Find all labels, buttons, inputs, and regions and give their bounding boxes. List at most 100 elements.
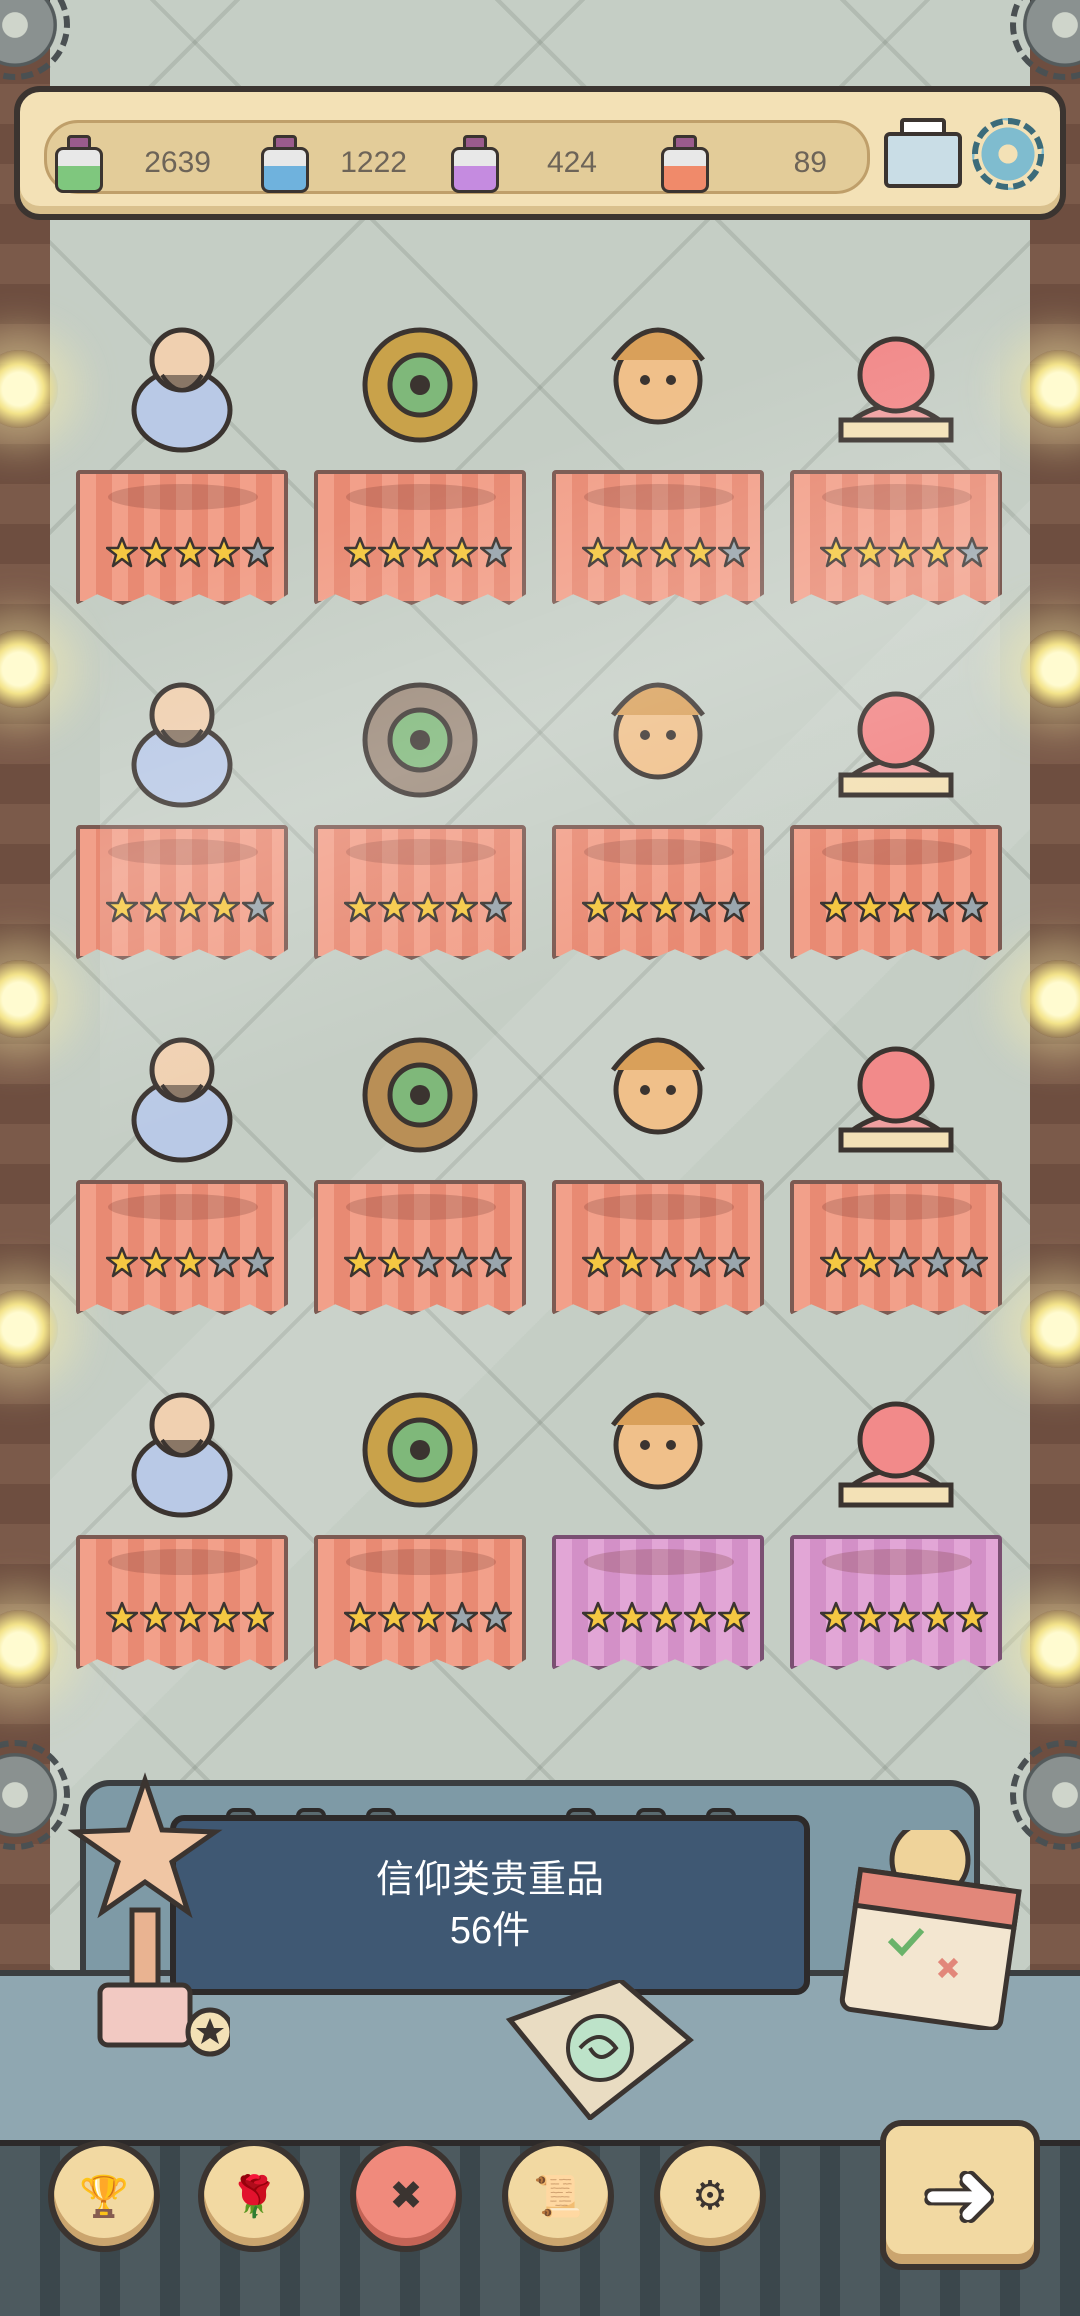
star-filled-icon [820, 536, 852, 568]
star-empty-icon [888, 1246, 920, 1278]
star-rating [106, 536, 276, 568]
display-cloth [76, 1535, 288, 1670]
three-faced-head-icon [583, 305, 733, 455]
star-empty-icon [242, 1246, 274, 1278]
star-filled-icon [820, 891, 852, 923]
star-filled-icon [242, 1601, 274, 1633]
pointing-finger-statue-icon [107, 660, 257, 810]
resource-blue: 1222 [257, 133, 407, 193]
display-cloth [552, 1535, 764, 1670]
star-empty-icon [718, 891, 750, 923]
star-empty-icon [956, 1246, 988, 1278]
star-rating [106, 1601, 276, 1633]
star-filled-icon [106, 891, 138, 923]
star-filled-icon [684, 1601, 716, 1633]
star-filled-icon [412, 536, 444, 568]
swirl-map-icon [505, 1980, 694, 2120]
star-filled-icon [922, 1601, 954, 1633]
rose-icon: 🌹 [229, 2174, 279, 2219]
bearded-sage-bust-icon [107, 305, 257, 455]
star-rating [582, 1246, 752, 1278]
star-filled-icon [344, 536, 376, 568]
star-rating [820, 1601, 990, 1633]
star-rating [344, 1246, 514, 1278]
star-filled-icon [616, 536, 648, 568]
star-filled-icon [718, 1601, 750, 1633]
nav-button-rose[interactable]: 🌹 [198, 2140, 310, 2252]
display-cloth [552, 1180, 764, 1315]
star-empty-icon [446, 1246, 478, 1278]
next-button[interactable]: ➜ [880, 2120, 1040, 2270]
category-title: 信仰类贵重品 [375, 1859, 604, 1901]
star-filled-icon [208, 1601, 240, 1633]
star-empty-icon [922, 1246, 954, 1278]
mail-button[interactable] [882, 114, 962, 190]
star-filled-icon [582, 1246, 614, 1278]
star-filled-icon [820, 1601, 852, 1633]
star-filled-icon [616, 1246, 648, 1278]
star-filled-icon [378, 1246, 410, 1278]
lotus-pastry-icon [821, 305, 971, 455]
display-cloth [76, 825, 288, 960]
cog-icon: ⚙ [692, 2174, 728, 2218]
display-cloth [790, 470, 1002, 605]
star-empty-icon [242, 891, 274, 923]
resource-purple: 424 [447, 133, 597, 193]
green-potion-icon [51, 135, 103, 193]
star-filled-icon [174, 536, 206, 568]
star-filled-icon [412, 891, 444, 923]
scroll-map-icon: 📜 [533, 2174, 583, 2219]
category-count: 56件 [449, 1910, 531, 1952]
nav-button-scroll-map[interactable]: 📜 [502, 2140, 614, 2252]
calendar-icon[interactable] [830, 1830, 1030, 2030]
resource-blue-value: 1222 [340, 146, 407, 179]
ancient-scroll-icon [821, 1015, 971, 1165]
golden-ark-icon [345, 1015, 495, 1165]
carved-stone-tablet-icon [821, 660, 971, 810]
star-filled-icon [582, 891, 614, 923]
display-cloth [76, 470, 288, 605]
star-empty-icon [446, 1601, 478, 1633]
display-cloth [552, 470, 764, 605]
star-filled-icon [446, 891, 478, 923]
display-cloth [552, 825, 764, 960]
category-display: 信仰类贵重品 56件 [170, 1815, 810, 1995]
star-rating [582, 891, 752, 923]
star-filled-icon [208, 536, 240, 568]
settings-button[interactable] [972, 118, 1044, 190]
star-filled-icon [174, 1601, 206, 1633]
star-filled-icon [854, 1601, 886, 1633]
star-filled-icon [820, 1246, 852, 1278]
star-filled-icon [106, 1601, 138, 1633]
star-filled-icon [174, 891, 206, 923]
nav-button-trophy-cup[interactable]: 🏆 [48, 2140, 160, 2252]
star-empty-icon [480, 536, 512, 568]
resource-track: 2639 1222 424 89 [44, 120, 870, 194]
star-rating [106, 891, 276, 923]
bread-basket-icon [345, 660, 495, 810]
resource-green: 2639 [51, 133, 211, 193]
display-cloth [790, 1180, 1002, 1315]
resource-orange: 89 [657, 133, 827, 193]
orange-potion-icon [657, 135, 709, 193]
star-empty-icon [242, 536, 274, 568]
star-filled-icon [208, 891, 240, 923]
star-trophy-icon [67, 1772, 230, 2057]
star-filled-icon [446, 536, 478, 568]
thorned-coffin-icon [583, 1370, 733, 1520]
nav-button-crossed-tools[interactable]: ✖ [350, 2140, 462, 2252]
star-filled-icon [684, 536, 716, 568]
golden-apple-icon [583, 1015, 733, 1165]
star-filled-icon [378, 1601, 410, 1633]
display-cloth [314, 1535, 526, 1670]
horse-chariot-icon [583, 660, 733, 810]
star-empty-icon [480, 1246, 512, 1278]
star-rating [344, 891, 514, 923]
star-filled-icon [888, 536, 920, 568]
nav-button-cog[interactable]: ⚙ [654, 2140, 766, 2252]
feather-quill-icon [821, 1370, 971, 1520]
star-empty-icon [650, 1246, 682, 1278]
arrow-right-icon: ➜ [922, 2145, 998, 2245]
eye-amulet-icon [345, 305, 495, 455]
star-rating [820, 1246, 990, 1278]
